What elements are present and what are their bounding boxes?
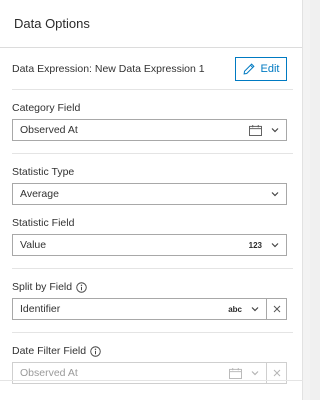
data-expression-row: Data Expression: New Data Expression 1 E…: [12, 48, 293, 90]
statistic-type-group: Statistic Type Average: [12, 154, 293, 205]
statistic-field-label: Statistic Field: [12, 217, 293, 229]
statistic-type-select[interactable]: Average: [12, 183, 287, 205]
bottom-divider: [0, 380, 303, 381]
edit-button-label: Edit: [260, 62, 280, 75]
date-filter-field-value: Observed At: [20, 367, 78, 379]
split-by-field-select[interactable]: Identifier abc: [12, 298, 267, 320]
panel-content: Data Expression: New Data Expression 1 E…: [0, 48, 302, 384]
number-type-icon: 123: [248, 240, 262, 250]
statistic-field-value: Value: [20, 239, 47, 251]
edit-expression-button[interactable]: Edit: [235, 56, 287, 81]
date-filter-field-label-text: Date Filter Field: [12, 345, 87, 357]
category-field-select[interactable]: Observed At: [12, 119, 287, 141]
date-filter-field-group: Date Filter Field Observed At: [12, 333, 293, 384]
split-by-field-value: Identifier: [20, 303, 61, 315]
pencil-icon: [243, 62, 255, 74]
calendar-icon: [229, 367, 242, 379]
category-field-group: Category Field Observed At: [12, 90, 293, 154]
chevron-down-icon: [251, 307, 259, 312]
close-icon: [273, 305, 280, 313]
text-type-icon: abc: [228, 304, 242, 314]
chevron-down-icon: [271, 128, 279, 133]
statistic-type-label-text: Statistic Type: [12, 166, 75, 178]
chevron-down-icon: [271, 192, 279, 197]
split-by-field-label: Split by Field: [12, 281, 293, 293]
data-expression-label: Data Expression: New Data Expression 1: [12, 62, 205, 75]
category-field-label: Category Field: [12, 102, 293, 114]
info-icon[interactable]: [76, 281, 87, 293]
split-by-field-control: Identifier abc: [12, 298, 287, 320]
date-filter-field-label: Date Filter Field: [12, 345, 293, 357]
statistic-field-select[interactable]: Value 123: [12, 234, 287, 256]
category-field-label-text: Category Field: [12, 102, 81, 114]
category-field-value: Observed At: [20, 124, 78, 136]
info-icon[interactable]: [90, 345, 101, 357]
data-options-panel: Data Options Data Expression: New Data E…: [0, 0, 303, 400]
statistic-type-label: Statistic Type: [12, 166, 293, 178]
calendar-icon: [249, 124, 262, 136]
split-by-field-label-text: Split by Field: [12, 281, 73, 293]
chevron-down-icon: [271, 243, 279, 248]
close-icon: [273, 369, 280, 377]
statistic-type-value: Average: [20, 188, 59, 200]
statistic-field-label-text: Statistic Field: [12, 217, 75, 229]
statistic-field-group: Statistic Field Value 123: [12, 205, 293, 269]
scrollbar-track[interactable]: [303, 0, 310, 400]
chevron-down-icon: [251, 371, 259, 376]
panel-title: Data Options: [14, 16, 90, 31]
panel-header: Data Options: [0, 0, 302, 48]
split-by-clear-button[interactable]: [267, 298, 287, 320]
split-by-field-group: Split by Field Identifier abc: [12, 269, 293, 333]
